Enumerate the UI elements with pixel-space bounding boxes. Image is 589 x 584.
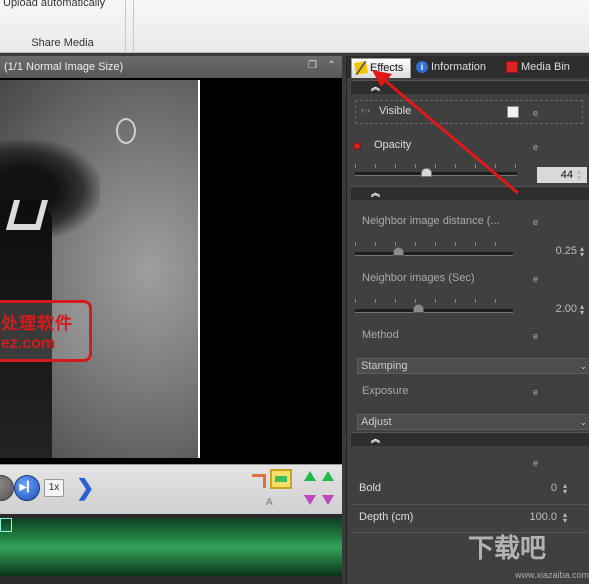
keyframe-icon[interactable]: e	[533, 108, 543, 118]
visible-label: Visible	[379, 105, 412, 117]
neighbor-distance-slider-thumb[interactable]	[393, 247, 404, 256]
neighbor-distance-ticks	[355, 242, 513, 246]
video-frame: 处理软件 ez.com	[0, 80, 200, 458]
arrow-down-left-icon[interactable]	[304, 495, 316, 505]
site-watermark-url: www.xiazaiba.com	[515, 570, 589, 580]
remove-effect-icon[interactable]	[353, 142, 361, 150]
tab-media-bin[interactable]: Media Bin	[503, 58, 589, 78]
opacity-slider-thumb[interactable]	[421, 168, 433, 177]
tab-effects[interactable]: Effects	[351, 58, 411, 78]
exposure-label: Exposure	[362, 385, 409, 397]
chevron-right-icon[interactable]: ❯	[76, 475, 94, 501]
arrow-up-right-icon[interactable]	[322, 471, 334, 481]
arrow-down-right-icon[interactable]	[322, 495, 334, 505]
share-media-group: Upload automatically Share Media	[0, 0, 126, 53]
preview-title: (1/1 Normal Image Size)	[4, 61, 124, 73]
double-chevron-up-icon[interactable]: ⌃	[325, 59, 338, 73]
neighbor-images-slider-track[interactable]	[355, 309, 513, 313]
neighbor-images-spinner[interactable]: ▴ ▾	[580, 303, 584, 317]
opacity-label: Opacity	[374, 139, 412, 151]
exposure-dropdown[interactable]: Adjust ⌄	[357, 414, 589, 430]
neighbor-images-ticks	[355, 299, 513, 303]
upload-automatically-option[interactable]: Upload automatically	[3, 0, 105, 9]
neighbor-distance-value[interactable]: 0.25	[537, 245, 577, 257]
bold-value[interactable]: 0	[527, 482, 557, 494]
neighbor-distance-slider-track[interactable]	[355, 252, 513, 256]
bold-spinner[interactable]: ▴ ▾	[563, 482, 567, 496]
tab-media-bin-label: Media Bin	[521, 61, 570, 73]
panel-tabs: Effects i Information Media Bin	[347, 56, 589, 78]
preview-panel: (1/1 Normal Image Size) ❐ ⌃ 处理软件 ez.com	[0, 56, 342, 464]
site-watermark: 下载吧	[468, 533, 547, 563]
skip-next-button[interactable]: ▶▎	[14, 475, 40, 501]
info-icon: i	[416, 61, 428, 73]
preview-header: (1/1 Normal Image Size) ❐ ⌃	[0, 56, 342, 78]
window-restore-icon[interactable]: ❐	[306, 59, 319, 73]
collapse-section-1[interactable]: ︽	[351, 80, 589, 94]
row-divider	[351, 504, 589, 505]
ribbon: Upload automatically Share Media	[0, 0, 589, 53]
opacity-ticks	[355, 164, 517, 168]
chevron-down-icon: ⌄	[579, 361, 587, 371]
neighbor-images-slider-thumb[interactable]	[413, 304, 424, 313]
group-title: Share Media	[31, 37, 94, 49]
ring-shape	[116, 118, 136, 144]
visible-checkbox[interactable]	[507, 106, 519, 118]
media-bin-icon	[506, 61, 518, 73]
depth-spinner[interactable]: ▴ ▾	[563, 511, 567, 525]
method-value: Stamping	[361, 360, 408, 372]
magic-wand-icon	[354, 61, 368, 75]
exposure-keyframe-icon[interactable]: e	[533, 387, 543, 397]
opacity-slider-track[interactable]	[355, 172, 517, 176]
exposure-value: Adjust	[361, 416, 392, 428]
tab-effects-label: Effects	[370, 62, 404, 74]
bold-keyframe-icon[interactable]: e	[533, 458, 543, 468]
method-keyframe-icon[interactable]: e	[533, 331, 543, 341]
neighbor-images-value[interactable]: 2.00	[537, 303, 577, 315]
opacity-keyframe-icon[interactable]: e	[533, 142, 543, 152]
tab-information-label: Information	[431, 61, 487, 73]
opacity-spinner[interactable]: ▴ ▾	[577, 168, 581, 182]
arrow-up-left-icon[interactable]	[304, 471, 316, 481]
method-dropdown[interactable]: Stamping ⌄	[357, 358, 589, 374]
anchor-label: A	[266, 497, 273, 508]
stamp-text-line2: ez.com	[1, 335, 56, 352]
playback-bar: ▶▎ 1x ❯ A	[0, 464, 342, 514]
previous-button[interactable]	[0, 475, 14, 501]
image-frame-icon[interactable]	[270, 469, 292, 489]
drag-handle-icon[interactable]: ‹·›	[361, 105, 370, 115]
ribbon-divider	[133, 0, 134, 53]
effects-panel: Effects i Information Media Bin ︽ ‹·› Vi…	[346, 56, 589, 584]
timeline	[0, 514, 342, 584]
depth-label: Depth (cm)	[359, 511, 414, 523]
neighbor-distance-keyframe-icon[interactable]: e	[533, 217, 543, 227]
neighbor-images-keyframe-icon[interactable]: e	[533, 274, 543, 284]
chevron-down-icon: ⌄	[579, 417, 587, 427]
clip-marker[interactable]	[0, 518, 12, 532]
neighbor-images-label: Neighbor images (Sec)	[362, 272, 475, 284]
stamp-text-line1: 处理软件	[1, 314, 73, 333]
collapse-section-2[interactable]: ︽	[351, 186, 589, 200]
bold-label: Bold	[359, 482, 382, 494]
watermark-stamp: 处理软件 ez.com	[0, 300, 92, 362]
tab-information[interactable]: i Information	[413, 58, 497, 78]
crop-tool-icon[interactable]	[252, 474, 266, 488]
neighbor-distance-label: Neighbor image distance (...	[362, 215, 500, 227]
method-label: Method	[362, 329, 399, 341]
timeline-track[interactable]	[0, 518, 342, 576]
playback-speed-button[interactable]: 1x	[44, 479, 64, 497]
collapse-section-3[interactable]: ︽	[351, 432, 589, 446]
frame-edge	[198, 80, 200, 458]
neighbor-distance-spinner[interactable]: ▴ ▾	[580, 245, 584, 259]
depth-value[interactable]: 100.0	[517, 511, 557, 523]
